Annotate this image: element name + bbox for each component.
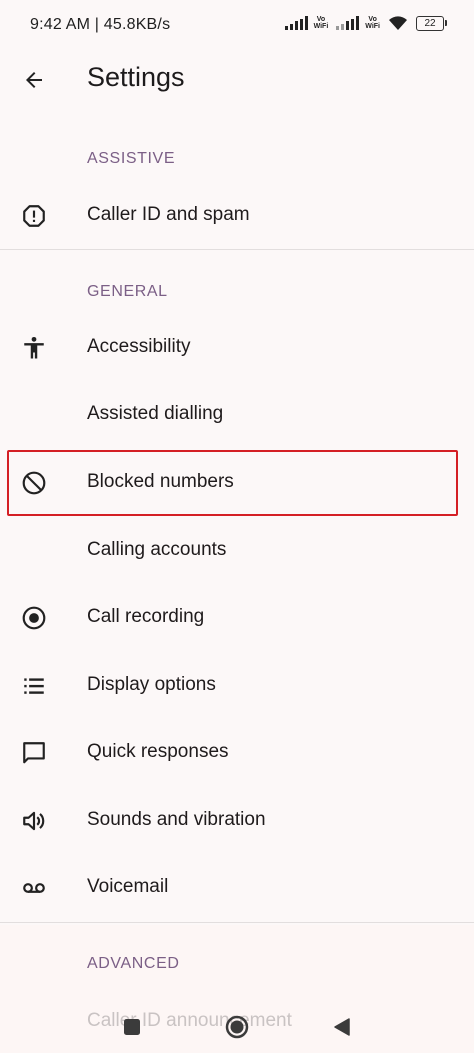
battery-icon: 22: [416, 15, 447, 31]
vowifi-icon: Vo WiFi: [365, 16, 380, 30]
record-icon: [18, 602, 50, 634]
section-header-general: GENERAL: [87, 283, 168, 300]
arrow-back-icon: [26, 72, 42, 88]
divider: [0, 922, 474, 923]
setting-display-options[interactable]: Display options: [0, 653, 474, 719]
square-icon: [124, 1019, 140, 1035]
setting-caller-id-and-spam[interactable]: Caller ID and spam: [0, 183, 474, 249]
setting-calling-accounts[interactable]: Calling accounts: [0, 518, 474, 584]
page-title: Settings: [87, 62, 185, 92]
setting-label: Blocked numbers: [87, 471, 234, 492]
setting-voicemail[interactable]: Voicemail: [0, 855, 474, 921]
section-header-advanced: ADVANCED: [87, 955, 180, 972]
setting-label: Accessibility: [87, 336, 191, 357]
system-nav-bar: [0, 1000, 474, 1053]
status-bar: 9:42 AM | 45.8KB/s Vo WiFi Vo WiFi 22: [0, 0, 474, 50]
recents-button[interactable]: [117, 1012, 147, 1042]
setting-label: Caller ID and spam: [87, 204, 250, 225]
list-icon: [18, 670, 50, 702]
alert-octagon-icon: [18, 200, 50, 232]
back-nav-button[interactable]: [327, 1012, 357, 1042]
signal-icon: [284, 16, 308, 30]
setting-label: Voicemail: [87, 876, 169, 897]
setting-sounds-and-vibration[interactable]: Sounds and vibration: [0, 788, 474, 854]
wifi-icon: [389, 16, 407, 30]
setting-blocked-numbers[interactable]: Blocked numbers: [0, 450, 474, 516]
setting-label: Display options: [87, 674, 216, 695]
speaker-icon: [18, 805, 50, 837]
home-button[interactable]: [222, 1012, 252, 1042]
accessibility-icon: [18, 332, 50, 364]
voicemail-icon: [18, 872, 50, 904]
setting-label: Calling accounts: [87, 539, 227, 560]
status-icons: Vo WiFi Vo WiFi 22: [284, 15, 447, 31]
status-time: 9:42 AM | 45.8KB/s: [30, 16, 171, 33]
battery-level: 22: [424, 17, 436, 29]
chat-bubble-icon: [18, 737, 50, 769]
vowifi-icon: Vo WiFi: [313, 16, 329, 30]
setting-label: Quick responses: [87, 741, 229, 762]
home-circle-icon: [225, 1015, 249, 1039]
section-header-assistive: ASSISTIVE: [87, 150, 176, 167]
setting-label: Assisted dialling: [87, 403, 224, 424]
back-button[interactable]: [18, 64, 50, 96]
setting-assisted-dialling[interactable]: Assisted dialling: [0, 382, 474, 448]
signal-icon: [336, 16, 360, 30]
divider: [0, 249, 474, 250]
block-icon: [18, 467, 50, 499]
setting-label: Sounds and vibration: [87, 809, 266, 830]
setting-accessibility[interactable]: Accessibility: [0, 315, 474, 381]
setting-label: Call recording: [87, 606, 205, 627]
setting-call-recording[interactable]: Call recording: [0, 585, 474, 651]
setting-quick-responses[interactable]: Quick responses: [0, 720, 474, 786]
triangle-back-icon: [334, 1018, 350, 1036]
app-bar: Settings: [0, 50, 474, 110]
